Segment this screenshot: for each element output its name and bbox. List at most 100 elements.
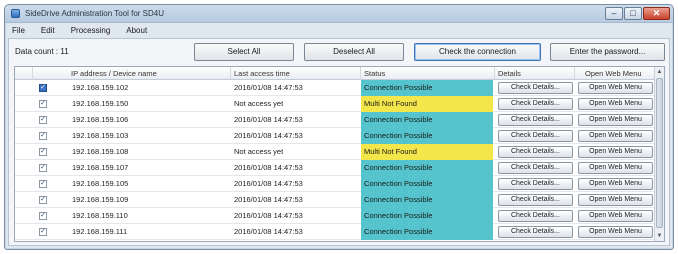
check-details-button[interactable]: Check Details... xyxy=(498,210,573,222)
last-access-cell: 2016/01/08 14:47:53 xyxy=(234,131,303,140)
main-panel: Data count : 11 Select All Deselect All … xyxy=(8,38,670,246)
status-badge: Multi Not Found xyxy=(361,96,493,112)
ip-cell: 192.168.159.103 xyxy=(72,131,129,140)
check-details-button[interactable]: Check Details... xyxy=(498,226,573,238)
check-details-button[interactable]: Check Details... xyxy=(498,114,573,126)
status-badge: Connection Possible xyxy=(361,112,493,128)
status-badge: Connection Possible xyxy=(361,176,493,192)
menu-about[interactable]: About xyxy=(123,24,150,38)
checkbox-icon[interactable]: ✓ xyxy=(39,212,47,220)
open-web-menu-button[interactable]: Open Web Menu xyxy=(578,98,653,110)
checkbox-icon[interactable]: ✓ xyxy=(39,100,47,108)
table-header: IP address / Device name Last access tim… xyxy=(15,67,655,80)
checkbox-icon[interactable]: ✓ xyxy=(39,180,47,188)
checkbox-icon[interactable]: ✓ xyxy=(39,132,47,140)
app-window: SideDrive Administration Tool for SD4U –… xyxy=(4,4,674,250)
status-badge: Connection Possible xyxy=(361,208,493,224)
status-badge: Connection Possible xyxy=(361,160,493,176)
check-details-button[interactable]: Check Details... xyxy=(498,194,573,206)
last-access-cell: 2016/01/08 14:47:53 xyxy=(234,115,303,124)
status-badge: Connection Possible xyxy=(361,80,493,96)
header-status[interactable]: Status xyxy=(361,67,495,80)
open-web-menu-button[interactable]: Open Web Menu xyxy=(578,226,653,238)
device-table: IP address / Device name Last access tim… xyxy=(14,66,665,242)
checkbox-icon[interactable]: ✓ xyxy=(39,148,47,156)
table-row[interactable]: ✓ 192.168.159.106 2016/01/08 14:47:53 Conne… xyxy=(15,112,655,128)
menu-file[interactable]: File xyxy=(9,24,28,38)
header-last-access[interactable]: Last access time xyxy=(231,67,361,80)
close-button[interactable]: ✕ xyxy=(643,7,670,20)
checkbox-icon[interactable]: ✓ xyxy=(39,116,47,124)
table-row[interactable]: ✓ 192.168.159.108 Not access yet Multi Not … xyxy=(15,144,655,160)
ip-cell: 192.168.159.110 xyxy=(72,211,128,220)
check-details-button[interactable]: Check Details... xyxy=(498,82,573,94)
check-details-button[interactable]: Check Details... xyxy=(498,130,573,142)
open-web-menu-button[interactable]: Open Web Menu xyxy=(578,194,653,206)
last-access-cell: 2016/01/08 14:47:53 xyxy=(234,163,303,172)
status-badge: Connection Possible xyxy=(361,128,493,144)
maximize-button[interactable]: □ xyxy=(624,7,642,20)
ip-cell: 192.168.159.150 xyxy=(72,99,129,108)
title-bar[interactable]: SideDrive Administration Tool for SD4U –… xyxy=(5,5,673,23)
check-details-button[interactable]: Check Details... xyxy=(498,178,573,190)
table-row[interactable]: ✓ 192.168.159.107 2016/01/08 14:47:53 Conne… xyxy=(15,160,655,176)
ip-cell: 192.168.159.108 xyxy=(72,147,129,156)
enter-password-button[interactable]: Enter the password... xyxy=(550,43,665,61)
header-open-web-menu[interactable]: Open Web Menu xyxy=(575,67,655,80)
open-web-menu-button[interactable]: Open Web Menu xyxy=(578,210,653,222)
minimize-button[interactable]: – xyxy=(605,7,623,20)
open-web-menu-button[interactable]: Open Web Menu xyxy=(578,82,653,94)
last-access-cell: 2016/01/08 14:47:53 xyxy=(234,83,303,92)
ip-cell: 192.168.159.109 xyxy=(72,195,129,204)
table-row[interactable]: ✓ 192.168.159.110 2016/01/08 14:47:53 Conne… xyxy=(15,208,655,224)
last-access-cell: Not access yet xyxy=(234,147,284,156)
open-web-menu-button[interactable]: Open Web Menu xyxy=(578,114,653,126)
check-details-button[interactable]: Check Details... xyxy=(498,162,573,174)
status-badge: Connection Possible xyxy=(361,192,493,208)
menu-processing[interactable]: Processing xyxy=(68,24,114,38)
status-badge: Connection Possible xyxy=(361,224,493,240)
ip-cell: 192.168.159.111 xyxy=(72,227,128,236)
table-row[interactable]: ✓ 192.168.159.105 2016/01/08 14:47:53 Conne… xyxy=(15,176,655,192)
header-row-number xyxy=(15,67,33,80)
open-web-menu-button[interactable]: Open Web Menu xyxy=(578,130,653,142)
header-ip[interactable]: IP address / Device name xyxy=(33,67,231,80)
vertical-scrollbar[interactable]: ▲ ▼ xyxy=(654,67,664,241)
check-details-button[interactable]: Check Details... xyxy=(498,146,573,158)
menu-edit[interactable]: Edit xyxy=(38,24,58,38)
checkbox-icon[interactable]: ✓ xyxy=(39,228,47,236)
last-access-cell: 2016/01/08 14:47:53 xyxy=(234,179,303,188)
table-row[interactable]: ✓ 192.168.159.109 2016/01/08 14:47:53 Conne… xyxy=(15,192,655,208)
checkbox-icon[interactable]: ✓ xyxy=(39,84,47,92)
minimize-icon: – xyxy=(611,8,617,18)
ip-cell: 192.168.159.106 xyxy=(72,115,129,124)
table-row[interactable]: ✓ 192.168.159.102 2016/01/08 14:47:53 Conne… xyxy=(15,80,655,96)
chevron-down-icon[interactable]: ▼ xyxy=(655,231,664,241)
status-badge: Multi Not Found xyxy=(361,144,493,160)
table-row[interactable]: ✓ 192.168.159.111 2016/01/08 14:47:53 Conne… xyxy=(15,224,655,240)
check-details-button[interactable]: Check Details... xyxy=(498,98,573,110)
close-icon: ✕ xyxy=(652,8,661,18)
checkbox-icon[interactable]: ✓ xyxy=(39,196,47,204)
open-web-menu-button[interactable]: Open Web Menu xyxy=(578,146,653,158)
check-connection-button[interactable]: Check the connection xyxy=(414,43,541,61)
maximize-icon: □ xyxy=(630,8,636,18)
window-title: SideDrive Administration Tool for SD4U xyxy=(25,9,165,18)
last-access-cell: 2016/01/08 14:47:53 xyxy=(234,227,303,236)
chevron-up-icon[interactable]: ▲ xyxy=(655,67,664,77)
checkbox-icon[interactable]: ✓ xyxy=(39,164,47,172)
app-icon xyxy=(11,9,20,18)
select-all-button[interactable]: Select All xyxy=(194,43,294,61)
header-details[interactable]: Details xyxy=(495,67,575,80)
last-access-cell: 2016/01/08 14:47:53 xyxy=(234,195,303,204)
ip-cell: 192.168.159.105 xyxy=(72,179,129,188)
table-row[interactable]: ✓ 192.168.159.150 Not access yet Multi Not … xyxy=(15,96,655,112)
open-web-menu-button[interactable]: Open Web Menu xyxy=(578,162,653,174)
table-row[interactable]: ✓ 192.168.159.103 2016/01/08 14:47:53 Conne… xyxy=(15,128,655,144)
open-web-menu-button[interactable]: Open Web Menu xyxy=(578,178,653,190)
menu-bar: File Edit Processing About xyxy=(9,24,150,38)
deselect-all-button[interactable]: Deselect All xyxy=(304,43,404,61)
scrollbar-thumb[interactable] xyxy=(656,78,663,228)
ip-cell: 192.168.159.107 xyxy=(72,163,129,172)
last-access-cell: 2016/01/08 14:47:53 xyxy=(234,211,303,220)
